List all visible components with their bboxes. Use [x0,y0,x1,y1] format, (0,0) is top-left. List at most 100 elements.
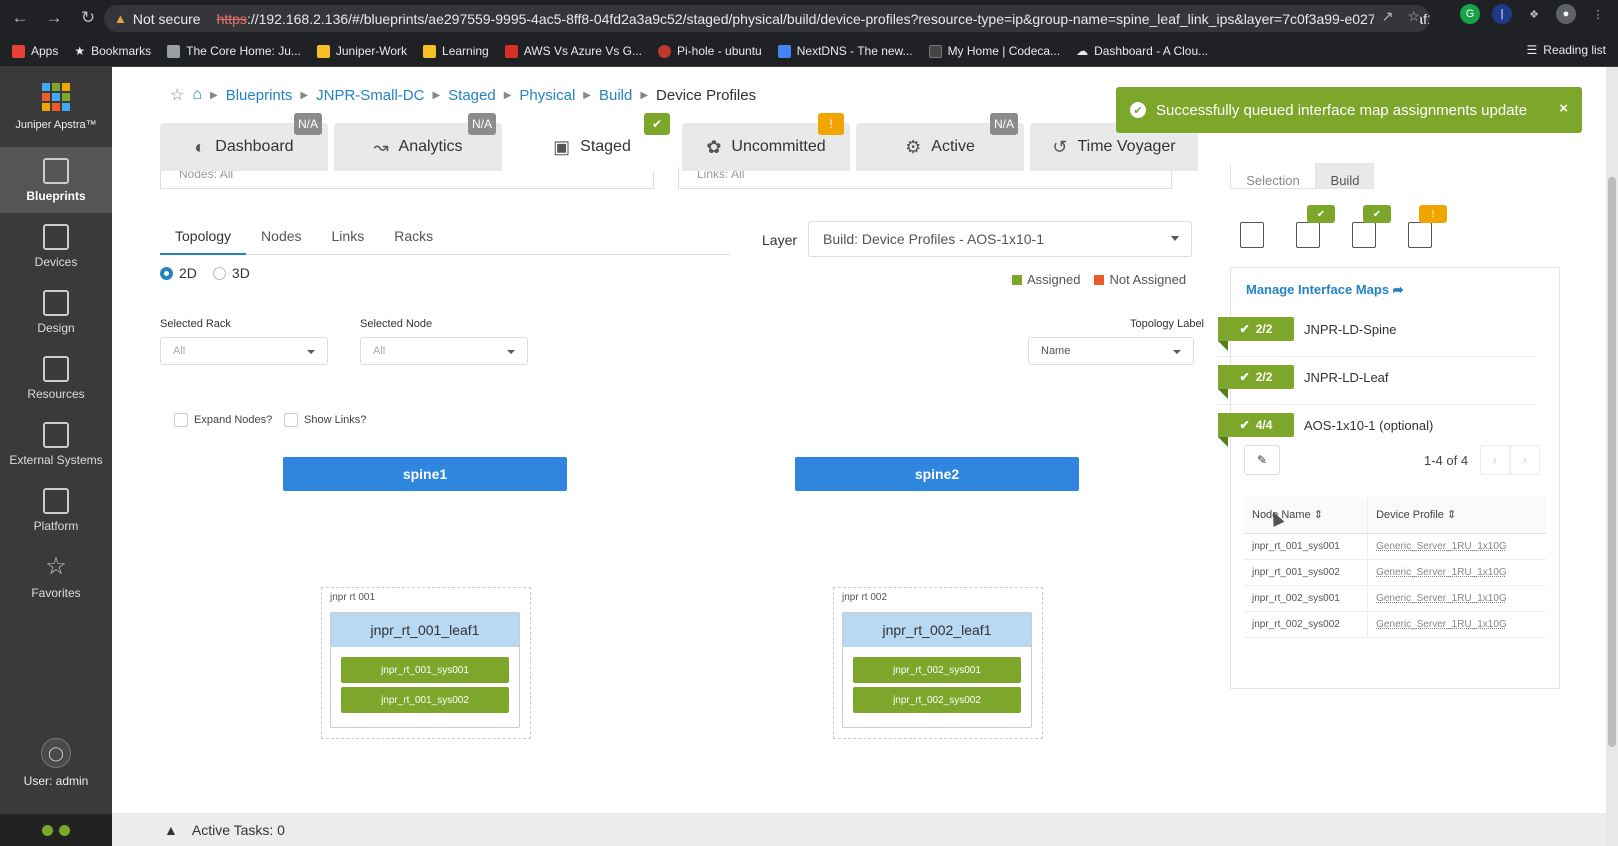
leaf-node[interactable]: jnpr_rt_002_leaf1 [843,613,1031,647]
sidebar-item-external-systems[interactable]: External Systems [0,411,112,477]
bookmark-item[interactable]: Learning [423,44,489,58]
tab-uncommitted[interactable]: ✿ Uncommitted! [682,113,850,171]
breadcrumb-blueprints[interactable]: Blueprints [226,87,293,104]
selected-node-select[interactable]: All [360,337,528,365]
expand-nodes-checkbox[interactable]: Expand Nodes? [174,413,272,427]
subtab-racks[interactable]: Racks [379,219,448,255]
checkbox-icon [284,413,298,427]
bookmark-item[interactable]: Apps [12,44,58,58]
show-links-checkbox[interactable]: Show Links? [284,413,366,427]
active-tasks-bar[interactable]: ▲ Active Tasks: 0 [112,813,1606,846]
share-icon[interactable]: ↗ [1382,8,1394,25]
sidebar-item-design[interactable]: Design [0,279,112,345]
layer-select[interactable]: Build: Device Profiles - AOS-1x10-1 [808,221,1192,257]
apstra-logo[interactable]: Juniper Apstra™ [0,67,112,147]
tab-dashboard[interactable]: ◐ Dashboard N/A [160,113,328,171]
tab-active[interactable]: ⚙ Active N/A [856,113,1024,171]
selected-rack-select[interactable]: All [160,337,328,365]
sidebar-item-label: Design [37,320,75,335]
main-content: ☆ ⌂ ▶ Blueprints ▶ JNPR-Small-DC ▶ Stage… [112,67,1606,813]
edit-button[interactable]: ✎ [1244,445,1280,475]
puzzle-icon[interactable]: ❖ [1524,4,1544,24]
tab-selection[interactable]: Selection [1230,163,1316,189]
status-dot [59,824,70,836]
subtab-nodes[interactable]: Nodes [246,219,316,255]
system-node[interactable]: jnpr_rt_002_sys001 [853,657,1021,683]
breadcrumb-staged[interactable]: Staged [448,87,496,104]
reload-icon[interactable]: ↻ [74,4,102,32]
close-icon[interactable]: × [1559,100,1568,117]
device-profile-cell[interactable]: Generic_Server_1RU_1x10G [1367,533,1546,560]
spine-node[interactable]: spine2 [795,457,1079,491]
back-icon[interactable]: ← [6,4,34,32]
manage-interface-maps-link[interactable]: Manage Interface Maps ➦ [1246,282,1404,298]
home-icon[interactable]: ⌂ [192,86,202,104]
spine-node[interactable]: spine1 [283,457,567,491]
sidebar-item-favorites[interactable]: ☆ Favorites [0,543,112,609]
topology-label-select[interactable]: Name [1028,337,1194,365]
scroll-thumb[interactable] [1608,177,1616,747]
sort-icon: ⇕ [1313,509,1323,522]
forward-icon[interactable]: → [40,4,68,32]
subtab-links[interactable]: Links [317,219,380,255]
hierarchy-icon[interactable]: ! [1408,205,1447,248]
bookmark-star-icon[interactable]: ☆ [1407,8,1420,25]
breadcrumb-separator: ▶ [210,89,218,101]
bookmark-item[interactable]: Juniper-Work [316,44,407,58]
next-page-button[interactable]: › [1510,445,1540,475]
prev-page-button[interactable]: ‹ [1480,445,1510,475]
device-profile-cell[interactable]: Generic_Server_1RU_1x10G [1367,611,1546,638]
page-scrollbar[interactable] [1606,67,1618,846]
tab-staged[interactable]: ▣ Staged ✔ [508,113,676,171]
rack-group[interactable]: jnpr rt 001 jnpr_rt_001_leaf1 jnpr_rt_00… [321,587,531,739]
breadcrumb-physical[interactable]: Physical [519,87,575,104]
user-menu[interactable]: ◯ User: admin [0,733,112,793]
status-badge: ✔ [644,113,670,135]
sidebar-item-blueprints[interactable]: Blueprints [0,147,112,213]
tab-build[interactable]: Build [1316,163,1374,189]
favorite-star-icon[interactable]: ☆ [170,85,184,105]
sidebar-item-platform[interactable]: Platform [0,477,112,543]
subtab-topology[interactable]: Topology [160,219,247,255]
badge-tail [1218,341,1228,351]
server-rack-icon[interactable]: ✔ [1296,205,1335,248]
interface-map-row[interactable]: ✔ 2/2 JNPR-LD-Spine [1218,313,1534,357]
bookmark-item[interactable]: ☁ Dashboard - A Clou... [1076,44,1208,58]
list-icon[interactable] [1240,222,1264,248]
profile-avatar[interactable]: ● [1556,4,1576,24]
device-profile-icon[interactable]: ✔ [1352,205,1391,248]
bookmark-item[interactable]: ★ Bookmarks [74,44,151,58]
bookmark-item[interactable]: AWS Vs Azure Vs G... [504,44,642,58]
device-profile-cell[interactable]: Generic_Server_1RU_1x10G [1367,585,1546,612]
rack-group[interactable]: jnpr rt 002 jnpr_rt_002_leaf1 jnpr_rt_00… [833,587,1043,739]
bookmark-item[interactable]: NextDNS - The new... [777,44,913,58]
extension-icon[interactable]: | [1492,4,1512,24]
status-badge: N/A [989,113,1018,135]
bookmark-item[interactable]: The Core Home: Ju... [167,44,301,58]
breadcrumb: ☆ ⌂ ▶ Blueprints ▶ JNPR-Small-DC ▶ Stage… [170,85,756,105]
legend-label: Not Assigned [1109,272,1187,287]
system-node[interactable]: jnpr_rt_001_sys001 [341,657,509,683]
column-header-device-profile[interactable]: Device Profile ⇕ [1367,497,1546,534]
system-node[interactable]: jnpr_rt_001_sys002 [341,687,509,713]
right-panel-tabs: Selection Build [1230,163,1374,189]
device-profile-cell[interactable]: Generic_Server_1RU_1x10G [1367,559,1546,586]
grammarly-icon[interactable]: G [1460,4,1480,24]
system-node[interactable]: jnpr_rt_002_sys002 [853,687,1021,713]
sidebar-item-devices[interactable]: Devices [0,213,112,279]
sidebar-item-resources[interactable]: Resources [0,345,112,411]
breadcrumb-build[interactable]: Build [599,87,632,104]
leaf-node[interactable]: jnpr_rt_001_leaf1 [331,613,519,647]
menu-icon[interactable]: ⋮ [1588,4,1608,24]
bookmark-item[interactable]: My Home | Codeca... [928,44,1060,58]
breadcrumb-blueprint-name[interactable]: JNPR-Small-DC [316,87,424,104]
tab-analytics[interactable]: ↝ Analytics N/A [334,113,502,171]
chevron-down-icon [307,350,315,354]
column-header-node-name[interactable]: Node Name ⇕ [1244,497,1368,534]
radio-3d[interactable]: 3D [212,265,250,281]
interface-map-row[interactable]: ✔ 2/2 JNPR-LD-Leaf [1218,361,1534,405]
radio-2d[interactable]: 2D [160,265,197,281]
bookmark-item[interactable]: Pi-hole - ubuntu [658,44,762,58]
reading-list-button[interactable]: ☰ Reading list [1527,43,1606,57]
address-bar[interactable]: ▲ Not secure https://192.168.2.136/#/blu… [104,5,1430,32]
